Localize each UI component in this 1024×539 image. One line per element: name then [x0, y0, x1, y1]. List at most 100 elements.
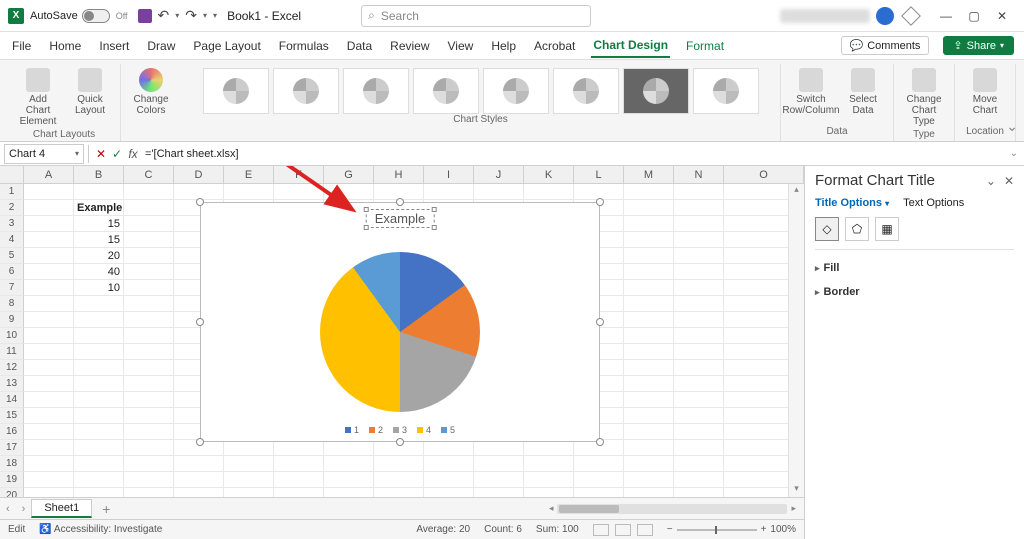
- tab-home[interactable]: Home: [47, 35, 83, 57]
- autosave-toggle[interactable]: [82, 9, 110, 23]
- row-header[interactable]: 2: [0, 200, 24, 216]
- cell[interactable]: [24, 328, 74, 344]
- tab-page-layout[interactable]: Page Layout: [191, 35, 262, 57]
- view-page-break-button[interactable]: [637, 524, 653, 536]
- cell[interactable]: [674, 344, 724, 360]
- chart-style-6[interactable]: [553, 68, 619, 114]
- effects-icon[interactable]: ⬠: [845, 217, 869, 241]
- cell[interactable]: [674, 200, 724, 216]
- col-header[interactable]: H: [374, 166, 424, 183]
- cell[interactable]: [524, 472, 574, 488]
- cell[interactable]: [324, 184, 374, 200]
- row-header[interactable]: 5: [0, 248, 24, 264]
- cell[interactable]: [74, 488, 124, 497]
- cell[interactable]: [24, 392, 74, 408]
- quick-layout-button[interactable]: Quick Layout: [66, 66, 114, 118]
- tab-format[interactable]: Format: [684, 35, 726, 57]
- cell[interactable]: [674, 280, 724, 296]
- cell[interactable]: [624, 184, 674, 200]
- chart-style-2[interactable]: [273, 68, 339, 114]
- size-properties-icon[interactable]: ▦: [875, 217, 899, 241]
- row-header[interactable]: 1: [0, 184, 24, 200]
- row-header[interactable]: 14: [0, 392, 24, 408]
- col-header[interactable]: E: [224, 166, 274, 183]
- formula-enter-button[interactable]: ✓: [109, 147, 125, 161]
- cell[interactable]: [624, 232, 674, 248]
- cell[interactable]: [124, 280, 174, 296]
- undo-button[interactable]: ↶: [158, 7, 170, 24]
- sheet-nav-prev[interactable]: ‹: [0, 503, 16, 515]
- cell[interactable]: [224, 488, 274, 497]
- cell[interactable]: [24, 488, 74, 497]
- row-header[interactable]: 6: [0, 264, 24, 280]
- change-chart-type-button[interactable]: Change Chart Type: [900, 66, 948, 129]
- resize-handle[interactable]: [396, 198, 404, 206]
- cell[interactable]: [124, 424, 174, 440]
- cell[interactable]: [624, 328, 674, 344]
- cell[interactable]: [674, 216, 724, 232]
- cell[interactable]: [674, 184, 724, 200]
- cell[interactable]: [424, 456, 474, 472]
- cell[interactable]: [274, 440, 324, 456]
- cell[interactable]: [624, 472, 674, 488]
- legend-item[interactable]: 2: [369, 425, 383, 435]
- chart-style-8[interactable]: [693, 68, 759, 114]
- cell[interactable]: [624, 360, 674, 376]
- formula-expand-icon[interactable]: ⌄: [1010, 148, 1018, 159]
- select-all-corner[interactable]: [0, 166, 24, 183]
- chart-style-4[interactable]: [413, 68, 479, 114]
- cell[interactable]: [24, 440, 74, 456]
- cell[interactable]: [74, 296, 124, 312]
- cell[interactable]: [474, 440, 524, 456]
- cell[interactable]: 40: [74, 264, 124, 280]
- cell[interactable]: [174, 456, 224, 472]
- cell[interactable]: [74, 360, 124, 376]
- comments-button[interactable]: 💬Comments: [841, 36, 930, 55]
- cell[interactable]: [474, 456, 524, 472]
- cell[interactable]: [174, 488, 224, 497]
- tab-review[interactable]: Review: [388, 35, 431, 57]
- cell[interactable]: [624, 280, 674, 296]
- cell[interactable]: [624, 200, 674, 216]
- cell[interactable]: [24, 280, 74, 296]
- cell[interactable]: [274, 488, 324, 497]
- cell[interactable]: [274, 456, 324, 472]
- cell[interactable]: [24, 312, 74, 328]
- row-header[interactable]: 3: [0, 216, 24, 232]
- cell[interactable]: [124, 456, 174, 472]
- cell[interactable]: [124, 248, 174, 264]
- undo-dropdown[interactable]: ▾: [175, 11, 179, 20]
- add-sheet-button[interactable]: +: [92, 501, 120, 517]
- cell[interactable]: [674, 456, 724, 472]
- chart-title[interactable]: Example: [366, 209, 435, 228]
- cell[interactable]: [124, 296, 174, 312]
- switch-row-column-button[interactable]: Switch Row/Column: [787, 66, 835, 118]
- cell[interactable]: [574, 472, 624, 488]
- redo-dropdown[interactable]: ▾: [203, 11, 207, 20]
- cell[interactable]: [24, 184, 74, 200]
- cell[interactable]: [74, 408, 124, 424]
- cell[interactable]: [674, 360, 724, 376]
- col-header[interactable]: A: [24, 166, 74, 183]
- cell[interactable]: [124, 392, 174, 408]
- title-options-tab[interactable]: Title Options ▾: [815, 197, 889, 209]
- formula-cancel-button[interactable]: ✕: [93, 147, 109, 161]
- cell[interactable]: [124, 312, 174, 328]
- cell[interactable]: 20: [74, 248, 124, 264]
- view-page-layout-button[interactable]: [615, 524, 631, 536]
- cell[interactable]: [424, 440, 474, 456]
- cell[interactable]: [674, 440, 724, 456]
- tab-draw[interactable]: Draw: [145, 35, 177, 57]
- col-header[interactable]: G: [324, 166, 374, 183]
- tab-acrobat[interactable]: Acrobat: [532, 35, 577, 57]
- cell[interactable]: [124, 472, 174, 488]
- legend-item[interactable]: 4: [417, 425, 431, 435]
- cell[interactable]: [174, 472, 224, 488]
- row-header[interactable]: 7: [0, 280, 24, 296]
- cell[interactable]: [124, 328, 174, 344]
- vertical-scrollbar[interactable]: ▴ ▾: [788, 184, 804, 497]
- cell[interactable]: [74, 472, 124, 488]
- cell[interactable]: [24, 424, 74, 440]
- horizontal-scrollbar[interactable]: ◂ ▸: [120, 503, 804, 514]
- row-header[interactable]: 16: [0, 424, 24, 440]
